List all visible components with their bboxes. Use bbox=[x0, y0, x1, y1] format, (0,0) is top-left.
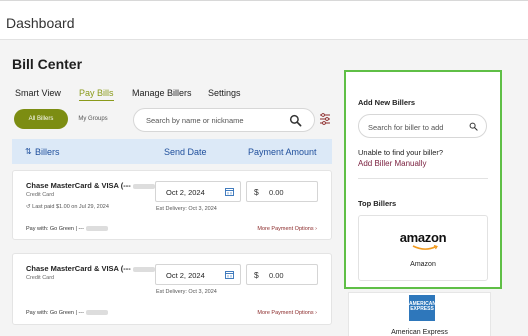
top-biller-card-amex[interactable]: AMERICAN EXPRESS American Express bbox=[348, 292, 491, 336]
masked-account bbox=[85, 226, 108, 232]
biller-add-search-input[interactable]: Search for biller to add bbox=[358, 114, 487, 138]
top-biller-card-amazon[interactable]: amazon Amazon bbox=[358, 215, 488, 281]
biller-type: Credit Card bbox=[26, 275, 55, 281]
more-payment-options-link[interactable]: More Payment Options › bbox=[257, 226, 317, 232]
add-billers-panel: Add New Billers Search for biller to add… bbox=[344, 70, 502, 289]
billers-table-header: ⇅ Billers Send Date Payment Amount bbox=[12, 139, 332, 164]
tab-manage-billers[interactable]: Manage Billers bbox=[132, 88, 192, 98]
divider bbox=[358, 178, 488, 179]
column-payment-amount: Payment Amount bbox=[248, 147, 317, 157]
tab-pay-bills[interactable]: Pay Bills bbox=[79, 88, 114, 101]
biller-label: American Express bbox=[391, 329, 448, 336]
masked-account bbox=[85, 310, 108, 316]
filter-settings-icon[interactable] bbox=[320, 113, 330, 125]
amex-logo: AMERICAN EXPRESS bbox=[409, 295, 436, 321]
my-groups-filter[interactable]: My Groups bbox=[70, 109, 116, 129]
biller-name: Chase MasterCard & VISA (--- bbox=[26, 264, 155, 273]
add-biller-manually-link[interactable]: Add Biller Manually bbox=[358, 159, 426, 168]
pay-with: Pay with: Go Green | --- bbox=[26, 310, 108, 316]
currency-symbol: $ bbox=[254, 187, 259, 197]
chevron-right-icon: › bbox=[315, 310, 317, 316]
sort-icon[interactable]: ⇅ bbox=[25, 147, 32, 156]
history-icon: ↺ bbox=[26, 204, 31, 210]
tab-settings[interactable]: Settings bbox=[208, 88, 241, 98]
unable-to-find-text: Unable to find your biller? bbox=[358, 148, 444, 157]
bill-card: Chase MasterCard & VISA (--- Credit Card… bbox=[12, 170, 332, 240]
amazon-smile-icon bbox=[412, 245, 438, 250]
biller-type: Credit Card bbox=[26, 192, 55, 198]
masked-account bbox=[132, 266, 155, 272]
more-payment-options-link[interactable]: More Payment Options › bbox=[257, 310, 317, 316]
all-billers-filter[interactable]: All Billers bbox=[14, 109, 68, 129]
chevron-right-icon: › bbox=[315, 226, 317, 232]
est-delivery: Est Delivery: Oct 3, 2024 bbox=[156, 289, 217, 295]
search-placeholder: Search for biller to add bbox=[368, 123, 444, 132]
column-billers[interactable]: Billers bbox=[35, 147, 60, 157]
search-icon[interactable] bbox=[289, 114, 302, 127]
calendar-icon[interactable] bbox=[225, 187, 234, 196]
dashboard-title: Dashboard bbox=[6, 15, 75, 31]
tab-smart-view[interactable]: Smart View bbox=[15, 88, 61, 98]
biller-search-input[interactable]: Search by name or nickname bbox=[133, 108, 315, 132]
biller-name: Chase MasterCard & VISA (--- bbox=[26, 181, 155, 190]
bill-card: Chase MasterCard & VISA (--- Credit Card… bbox=[12, 253, 332, 325]
amazon-logo: amazon bbox=[399, 230, 447, 245]
top-billers-heading: Top Billers bbox=[358, 199, 397, 208]
biller-label: Amazon bbox=[410, 261, 436, 268]
column-send-date: Send Date bbox=[164, 147, 207, 157]
add-new-billers-heading: Add New Billers bbox=[358, 98, 416, 107]
page-title: Bill Center bbox=[12, 56, 83, 72]
search-icon[interactable] bbox=[469, 122, 478, 131]
pay-with: Pay with: Go Green | --- bbox=[26, 226, 108, 232]
payment-amount-input[interactable]: $ 0.00 bbox=[246, 264, 318, 285]
send-date-field[interactable]: Oct 2, 2024 bbox=[155, 264, 241, 285]
est-delivery: Est Delivery: Oct 3, 2024 bbox=[156, 206, 217, 212]
currency-symbol: $ bbox=[254, 270, 259, 280]
masked-account bbox=[132, 183, 155, 189]
search-placeholder: Search by name or nickname bbox=[146, 116, 244, 125]
calendar-icon[interactable] bbox=[225, 270, 234, 279]
payment-amount-input[interactable]: $ 0.00 bbox=[246, 181, 318, 202]
send-date-field[interactable]: Oct 2, 2024 bbox=[155, 181, 241, 202]
top-bar: Dashboard bbox=[0, 0, 528, 40]
last-paid: ↺ Last paid $1.00 on Jul 29, 2024 bbox=[26, 204, 109, 210]
